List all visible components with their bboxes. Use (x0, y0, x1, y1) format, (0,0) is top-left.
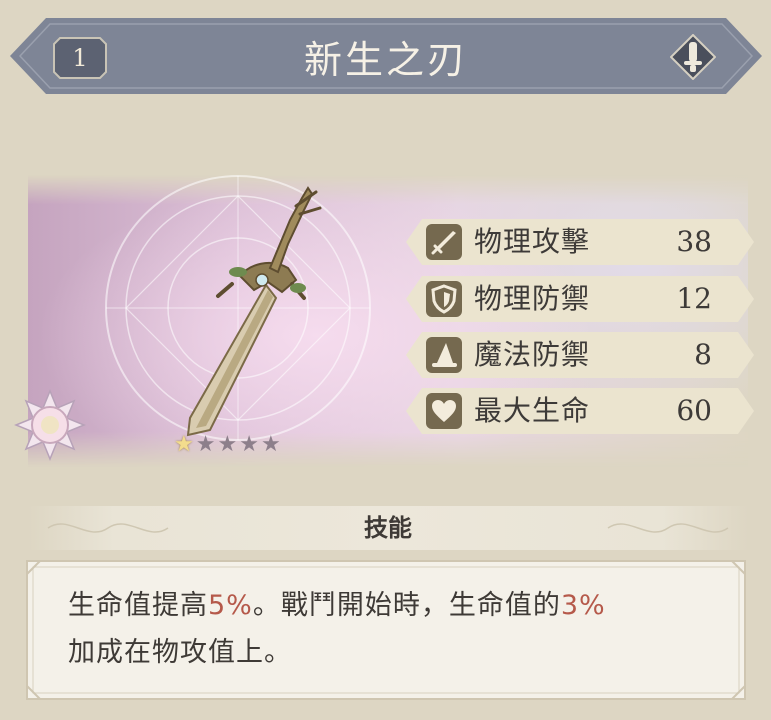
sword-icon (426, 224, 462, 260)
skill-desc-highlight: 5% (208, 590, 253, 621)
stat-value: 60 (676, 394, 712, 427)
stat-row-physical-defense: 物理防禦 12 (406, 276, 754, 322)
stat-label: 最大生命 (474, 394, 591, 427)
lock-button[interactable] (670, 34, 716, 80)
item-title: 新生之刃 (303, 37, 468, 82)
wizard-hat-icon (426, 337, 462, 373)
star-icon-2: ★ (195, 432, 216, 457)
rarity-stars: ★ ★ ★ ★ ★ (174, 434, 281, 456)
star-icon-4: ★ (239, 432, 259, 457)
stat-label: 物理攻擊 (474, 225, 591, 258)
sword-item-image (186, 186, 322, 437)
star-icon-1: ★ (174, 432, 194, 457)
stat-label: 魔法防禦 (474, 338, 591, 371)
stat-row-physical-attack: 物理攻擊 38 (406, 219, 754, 265)
skill-title: 技能 (364, 514, 412, 542)
heart-icon (426, 393, 462, 429)
skill-desc-text: 生命值提高 (68, 590, 208, 621)
shield-icon (426, 281, 462, 317)
stat-value: 8 (694, 338, 712, 371)
flower-emblem-icon[interactable] (12, 387, 88, 463)
skill-desc-text: 加成在物攻值上。 (68, 637, 292, 668)
skill-description-box: 生命值提高5%。戰鬥開始時，生命值的3% 加成在物攻值上。 (26, 560, 746, 700)
skill-desc-highlight: 3% (560, 590, 606, 621)
star-icon-3: ★ (217, 432, 238, 457)
skill-header: 技能 (28, 506, 748, 550)
stat-row-max-hp: 最大生命 60 (406, 388, 754, 434)
lock-icon (670, 34, 716, 80)
stat-value: 12 (676, 282, 712, 315)
star-icon-5: ★ (260, 432, 281, 457)
skill-desc-text: 。戰鬥開始時，生命值的 (252, 590, 561, 621)
skill-description: 生命值提高5%。戰鬥開始時，生命值的3% 加成在物攻值上。 (68, 582, 728, 676)
stat-label: 物理防禦 (474, 282, 591, 315)
item-header: 1 新生之刃 (10, 18, 762, 94)
stat-row-magic-defense: 魔法防禦 8 (406, 332, 754, 378)
stat-value: 38 (676, 225, 712, 258)
